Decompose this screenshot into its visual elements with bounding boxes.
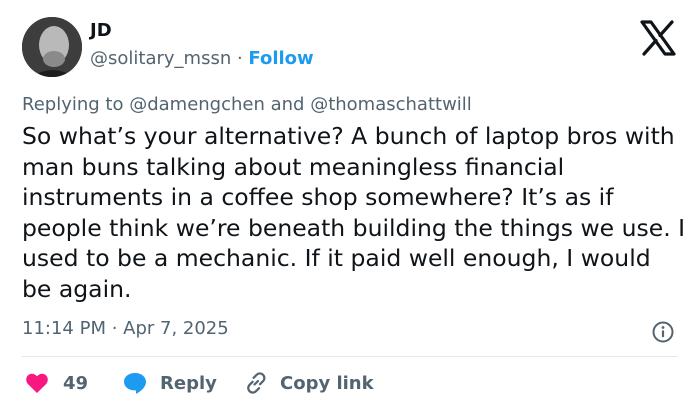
author-name[interactable]: JD xyxy=(90,20,112,41)
info-icon[interactable] xyxy=(651,320,675,344)
follow-button[interactable]: Follow xyxy=(248,48,313,69)
reply-label: Reply xyxy=(160,372,217,394)
replying-prefix: Replying to xyxy=(22,94,130,115)
reply-bubble-icon xyxy=(124,373,146,394)
copy-link-button[interactable]: Copy link xyxy=(243,370,374,396)
heart-icon xyxy=(26,373,48,393)
tweet-text: So what’s your alternative? A bunch of l… xyxy=(22,122,686,303)
separator: · xyxy=(231,48,249,69)
replying-to-line: Replying to @damengchen and @thomaschatt… xyxy=(22,94,472,115)
like-count: 49 xyxy=(63,372,89,394)
like-button[interactable]: 49 xyxy=(25,370,88,396)
link-icon xyxy=(247,372,266,394)
mention-link[interactable]: @thomaschattwill xyxy=(310,94,472,115)
divider xyxy=(22,356,678,357)
tweet-timestamp[interactable]: 11:14 PM · Apr 7, 2025 xyxy=(22,318,229,339)
avatar[interactable] xyxy=(22,17,82,77)
avatar-image xyxy=(22,17,82,77)
reply-button[interactable]: Reply xyxy=(122,370,217,396)
replying-joiner: and xyxy=(264,94,311,115)
x-logo-icon[interactable] xyxy=(638,20,678,56)
copy-link-label: Copy link xyxy=(280,372,374,394)
author-handle[interactable]: @solitary_mssn xyxy=(90,48,231,69)
mention-link[interactable]: @damengchen xyxy=(129,94,265,115)
author-handle-row: @solitary_mssn · Follow xyxy=(90,48,314,69)
